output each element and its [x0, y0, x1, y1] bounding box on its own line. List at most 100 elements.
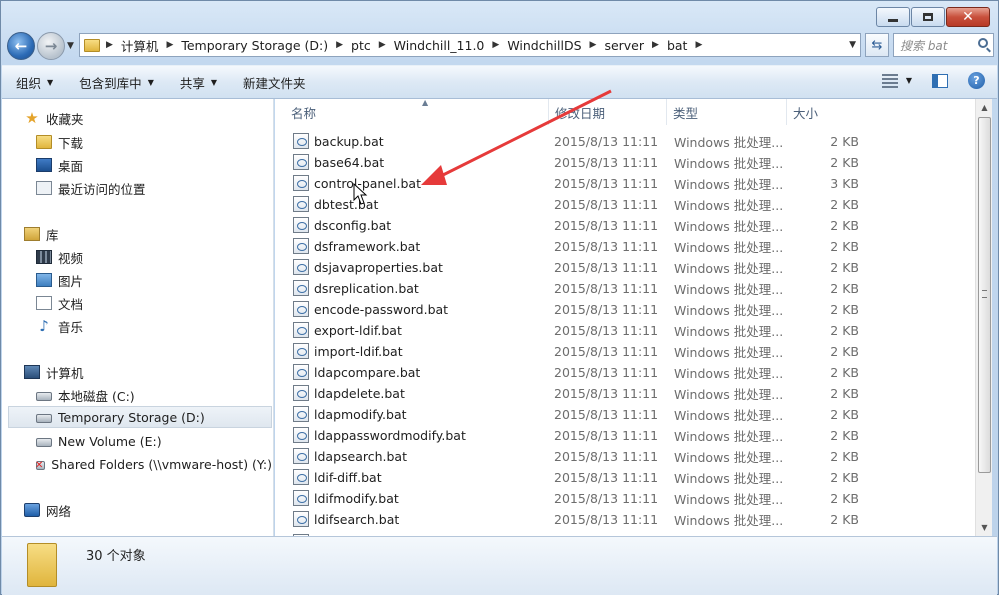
breadcrumb-item[interactable]: WindchillDS — [507, 38, 581, 53]
column-header-name[interactable]: 名称 ▲ — [285, 99, 549, 125]
column-type-label: 类型 — [673, 105, 699, 121]
table-row[interactable]: ldapcompare.bat 2015/8/13 11:11 Windows 批处… — [289, 362, 879, 383]
nav-item-local-disk-c[interactable]: 本地磁盘 (C:) — [36, 384, 266, 406]
include-library-label: 包含到库中 — [79, 75, 142, 91]
nav-item-new-volume-e[interactable]: New Volume (E:) — [36, 430, 266, 452]
nav-item-network[interactable]: 网络 — [24, 499, 264, 521]
breadcrumb-separator-icon[interactable]: ▶ — [590, 40, 597, 50]
include-in-library-button[interactable]: 包含到库中 ▼ — [79, 73, 154, 92]
breadcrumb-item[interactable]: server — [604, 38, 644, 53]
file-type: Windows 批处理... — [674, 429, 784, 444]
address-history-dropdown[interactable]: ▼ — [849, 40, 856, 50]
disconnected-network-drive-icon — [35, 460, 46, 471]
file-name: ldapmodify.bat — [314, 407, 407, 422]
nav-item-downloads[interactable]: 下载 — [36, 131, 266, 153]
refresh-button[interactable]: ⇆ — [865, 33, 889, 57]
table-row[interactable]: encode-password.bat 2015/8/13 11:11 Window… — [289, 299, 879, 320]
nav-item-favorites[interactable]: ★ 收藏夹 — [24, 107, 264, 129]
breadcrumb-separator-icon[interactable]: ▶ — [652, 40, 659, 50]
column-header-type[interactable]: 类型 — [667, 99, 787, 125]
column-name-label: 名称 — [291, 105, 317, 121]
table-row[interactable]: ldifsearch.bat 2015/8/13 11:11 Windows 批处理… — [289, 509, 879, 530]
back-button[interactable]: ← — [7, 32, 35, 60]
scroll-up-arrow-icon[interactable]: ▲ — [976, 99, 993, 116]
table-row[interactable]: ldifmodify.bat 2015/8/13 11:11 Windows 批处理… — [289, 488, 879, 509]
recent-pages-dropdown[interactable]: ▼ — [67, 41, 74, 51]
nav-item-videos[interactable]: 视频 — [36, 246, 266, 268]
close-button[interactable]: ✕ — [946, 7, 990, 27]
nav-item-desktop[interactable]: 桌面 — [36, 154, 266, 176]
nav-item-recent-places[interactable]: 最近访问的位置 — [36, 177, 266, 199]
file-date: 2015/8/13 11:11 — [554, 155, 659, 170]
table-row[interactable]: dsreplication.bat 2015/8/13 11:11 Windows … — [289, 278, 879, 299]
file-size: 2 KB — [830, 449, 859, 464]
search-box[interactable]: 搜索 bat — [893, 33, 994, 57]
column-date-label: 修改日期 — [555, 105, 606, 121]
nav-item-libraries[interactable]: 库 — [24, 223, 264, 245]
table-row[interactable]: export-ldif.bat 2015/8/13 11:11 Windows 批处… — [289, 320, 879, 341]
file-date: 2015/8/13 11:11 — [554, 365, 659, 380]
table-row[interactable]: backup.bat 2015/8/13 11:11 Windows 批处理... 2… — [289, 131, 879, 152]
drive-icon — [36, 438, 52, 447]
column-header-size[interactable]: 大小 — [787, 99, 867, 125]
breadcrumb-item[interactable]: 计算机 — [121, 36, 159, 55]
nav-item-shared-folders-y[interactable]: Shared Folders (\\vmware-host) (Y:) — [35, 453, 272, 475]
table-row[interactable]: ldapmodify.bat 2015/8/13 11:11 Windows 批处理… — [289, 404, 879, 425]
breadcrumb-separator-icon[interactable]: ▶ — [492, 40, 499, 50]
breadcrumb-item[interactable]: ptc — [351, 38, 371, 53]
preview-pane-icon[interactable] — [932, 73, 948, 88]
folder-icon — [84, 38, 100, 52]
breadcrumb-separator-icon[interactable]: ▶ — [695, 40, 702, 50]
file-name: encode-password.bat — [314, 302, 449, 317]
nav-item-pictures[interactable]: 图片 — [36, 269, 266, 291]
breadcrumb-item[interactable]: Temporary Storage (D:) — [181, 38, 328, 53]
table-row[interactable]: dbtest.bat 2015/8/13 11:11 Windows 批处理... 2… — [289, 194, 879, 215]
breadcrumb-item[interactable]: bat — [667, 38, 688, 53]
table-row[interactable]: dsjavaproperties.bat 2015/8/13 11:11 Windo… — [289, 257, 879, 278]
nav-item-documents[interactable]: 文档 — [36, 292, 266, 314]
file-type: Windows 批处理... — [674, 513, 784, 528]
address-bar[interactable]: ▶ 计算机 ▶ Temporary Storage (D:) ▶ ptc ▶ Windchi… — [79, 33, 861, 57]
file-name: import-ldif.bat — [314, 344, 403, 359]
nav-item-computer[interactable]: 计算机 — [24, 361, 264, 383]
breadcrumb-separator-icon[interactable]: ▶ — [106, 40, 113, 50]
scroll-thumb[interactable] — [978, 117, 991, 473]
table-row[interactable]: ldapsearch.bat 2015/8/13 11:11 Windows 批处理… — [289, 446, 879, 467]
breadcrumb-separator-icon[interactable]: ▶ — [379, 40, 386, 50]
search-icon[interactable] — [978, 38, 988, 48]
table-row[interactable]: import-ldif.bat 2015/8/13 11:11 Windows 批处… — [289, 341, 879, 362]
view-dropdown[interactable]: ▼ — [906, 76, 912, 85]
batch-file-icon — [293, 343, 309, 359]
scroll-down-arrow-icon[interactable]: ▼ — [976, 519, 993, 536]
new-folder-button[interactable]: 新建文件夹 — [243, 73, 306, 92]
column-header-date[interactable]: 修改日期 — [549, 99, 667, 125]
table-row[interactable]: control-panel.bat 2015/8/13 11:11 Windows … — [289, 173, 879, 194]
file-type: Windows 批处理... — [674, 324, 784, 339]
maximize-button[interactable] — [911, 7, 945, 27]
breadcrumb-item[interactable]: Windchill_11.0 — [394, 38, 485, 53]
drive-icon — [36, 392, 52, 401]
command-bar: 组织 ▼ 包含到库中 ▼ 共享 ▼ 新建文件夹 ▼ ? — [2, 65, 997, 99]
organize-button[interactable]: 组织 ▼ — [16, 73, 53, 92]
file-name: ldapsearch.bat — [314, 449, 407, 464]
minimize-button[interactable] — [876, 7, 910, 27]
nav-item-temporary-storage-d[interactable]: Temporary Storage (D:) — [8, 406, 272, 428]
breadcrumb-separator-icon[interactable]: ▶ — [336, 40, 343, 50]
table-row[interactable]: dsconfig.bat 2015/8/13 11:11 Windows 批处理..… — [289, 215, 879, 236]
table-row[interactable]: base64.bat 2015/8/13 11:11 Windows 批处理... 2… — [289, 152, 879, 173]
batch-file-icon — [293, 448, 309, 464]
nav-item-music[interactable]: ♪ 音乐 — [36, 315, 266, 337]
vertical-scrollbar[interactable]: ▲ ▼ — [975, 99, 992, 536]
table-row[interactable]: dsframework.bat 2015/8/13 11:11 Windows 批处… — [289, 236, 879, 257]
batch-file-icon — [293, 259, 309, 275]
file-type: Windows 批处理... — [674, 135, 784, 150]
forward-button[interactable]: → — [37, 32, 65, 60]
breadcrumb-separator-icon[interactable]: ▶ — [166, 40, 173, 50]
view-options-icon[interactable] — [881, 73, 898, 88]
table-row[interactable]: ldappasswordmodify.bat 2015/8/13 11:11 Win… — [289, 425, 879, 446]
table-row[interactable]: ldapdelete.bat 2015/8/13 11:11 Windows 批处理… — [289, 383, 879, 404]
share-button[interactable]: 共享 ▼ — [180, 73, 217, 92]
help-icon[interactable]: ? — [968, 72, 985, 89]
table-row[interactable]: ldif-diff.bat 2015/8/13 11:11 Windows 批处理.… — [289, 467, 879, 488]
file-type: Windows 批处理... — [674, 198, 784, 213]
